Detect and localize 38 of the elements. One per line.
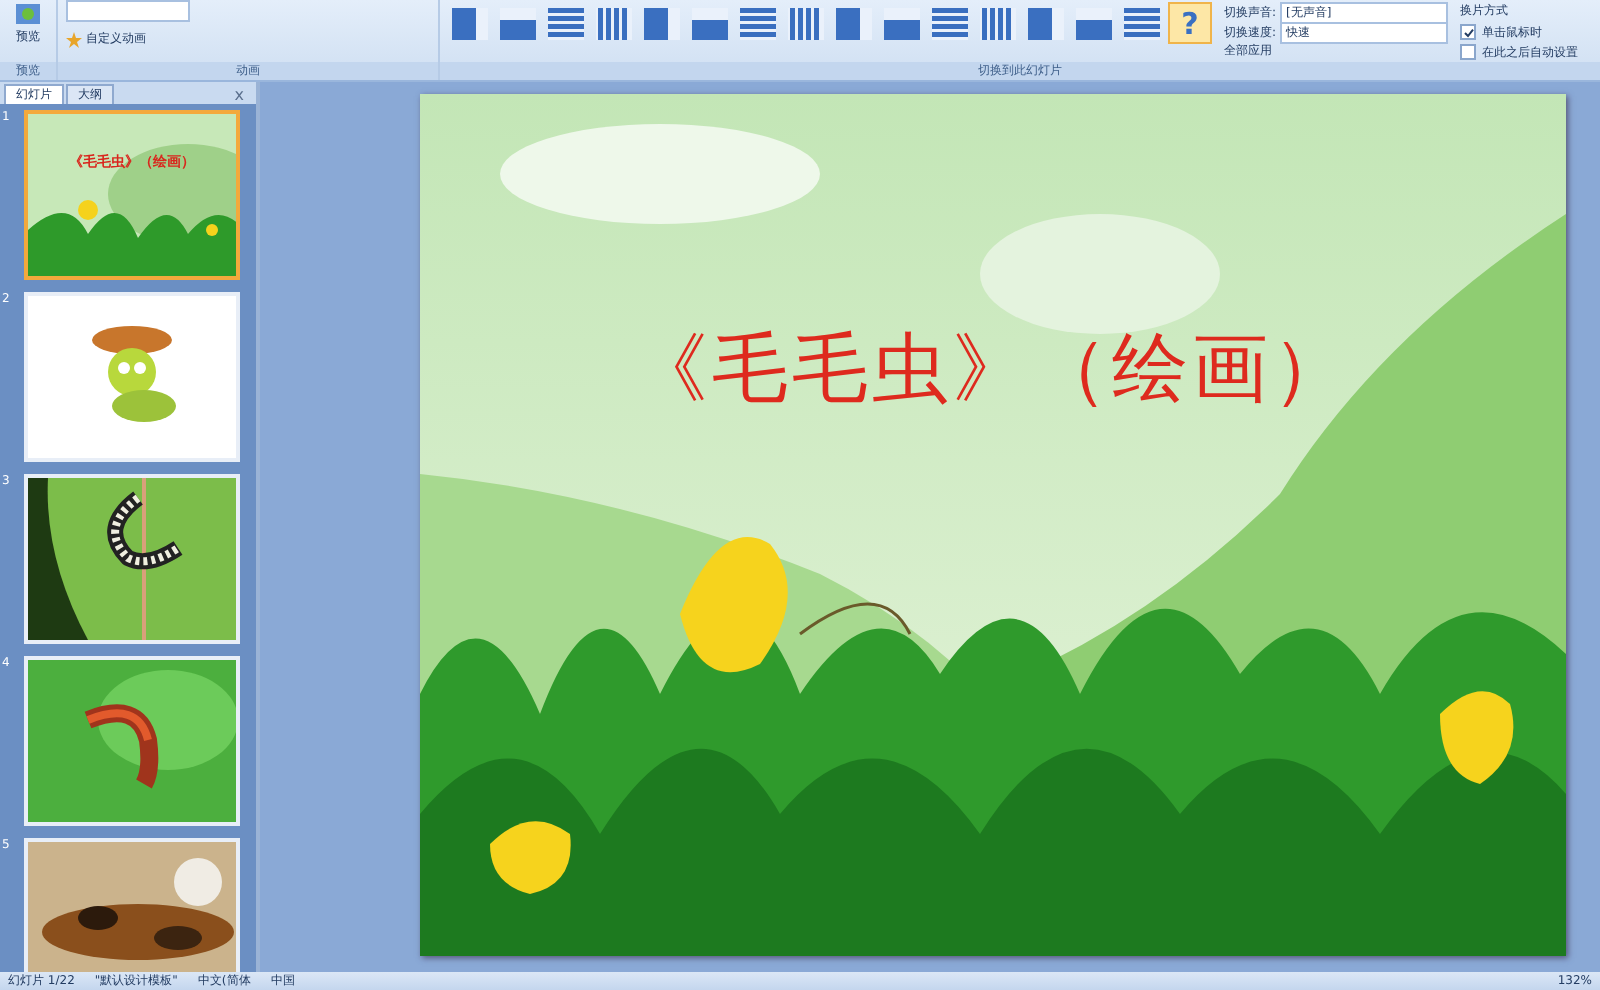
transition-button[interactable]: [736, 2, 780, 44]
transition-button[interactable]: [832, 2, 876, 44]
transition-button[interactable]: [928, 2, 972, 44]
transition-button[interactable]: [1120, 2, 1164, 44]
transition-button[interactable]: [1072, 2, 1116, 44]
transition-effect-icon: [644, 7, 680, 39]
transition-effect-icon: [836, 7, 872, 39]
transition-effect-icon: [740, 7, 776, 39]
checkbox[interactable]: [1460, 44, 1477, 60]
transition-effect-icon: [884, 7, 920, 39]
close-button[interactable]: x: [234, 86, 244, 104]
transition-effect-icon: [980, 7, 1016, 39]
transition-button[interactable]: [592, 2, 636, 44]
transition-effect-icon: [548, 7, 584, 39]
transition-button[interactable]: [544, 2, 588, 44]
transition-button[interactable]: [496, 2, 540, 44]
transition-button[interactable]: [640, 2, 684, 44]
star-icon: [66, 31, 82, 47]
transition-effect-icon: [932, 7, 968, 39]
transition-button[interactable]: [880, 2, 924, 44]
checkbox[interactable]: [1460, 24, 1477, 40]
slide-title: 《毛毛虫》（绘画）: [630, 322, 1354, 416]
transition-button[interactable]: [976, 2, 1020, 44]
transition-effect-icon: [692, 7, 728, 39]
transition-effect-icon: [452, 7, 488, 39]
transition-effect-icon: [1076, 7, 1112, 39]
transition-effect-icon: [1028, 7, 1064, 39]
transition-button[interactable]: [784, 2, 828, 44]
transition-effect-icon: [788, 7, 824, 39]
checkmark-icon: [1463, 27, 1474, 37]
transition-button[interactable]: [1024, 2, 1068, 44]
more-button[interactable]: ?: [1168, 2, 1212, 44]
preview-icon: [14, 2, 42, 26]
transition-effect-icon: [1124, 7, 1160, 39]
transition-button[interactable]: [688, 2, 732, 44]
transition-effect-icon: [596, 7, 632, 39]
transition-button[interactable]: [448, 2, 492, 44]
transition-effect-icon: [500, 7, 536, 39]
